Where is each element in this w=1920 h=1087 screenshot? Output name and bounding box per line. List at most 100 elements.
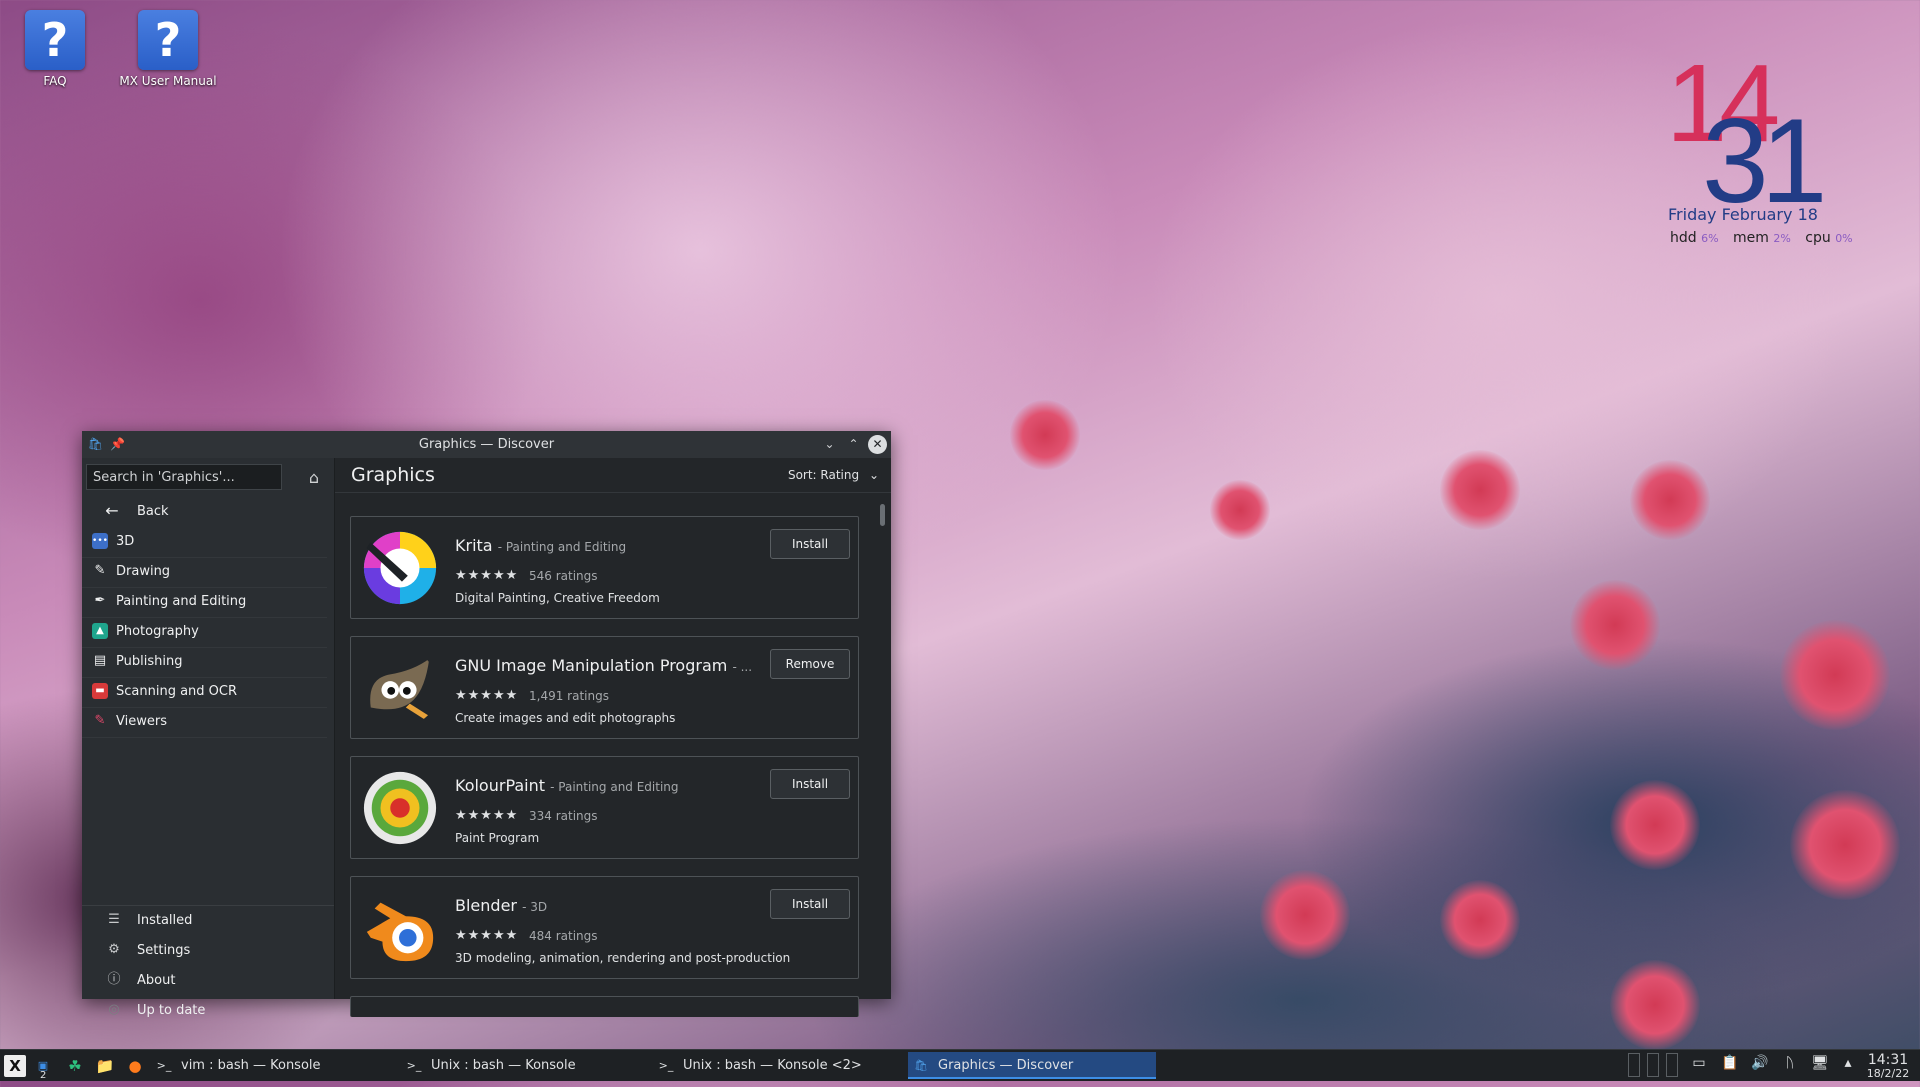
task-graphics-discover[interactable]: 🛍 Graphics — Discover <box>908 1052 1156 1079</box>
app-category: - Painting and Editing <box>550 780 679 794</box>
pencil-icon: ✎ <box>94 563 106 578</box>
app-card-gimp[interactable]: GNU Image Manipulation Program - ... ★★★… <box>350 636 859 739</box>
main-panel: Graphics Sort: Rating ⌄ Krita - Painting… <box>335 458 891 1017</box>
cpu-label: cpu <box>1805 230 1831 246</box>
sidebar-item-publishing[interactable]: ▤ Publishing <box>82 648 327 678</box>
taskbar-time: 14:31 <box>1867 1052 1909 1068</box>
arrow-left-icon: ← <box>105 501 119 520</box>
star-rating: ★★★★★ <box>455 928 519 943</box>
sidebar-item-painting-and-editing[interactable]: ✒ Painting and Editing <box>82 588 327 618</box>
task-unix-konsole-2[interactable]: >_ Unix : bash — Konsole <2> <box>657 1052 902 1079</box>
nav-settings[interactable]: ⚙ Settings <box>82 936 334 966</box>
clock-date: Friday February 18 <box>1668 205 1818 224</box>
app-name-line: GNU Image Manipulation Program - ... <box>455 656 752 675</box>
desktop-icon-label: MX User Manual <box>119 74 217 88</box>
install-button[interactable]: Install <box>770 889 850 919</box>
install-button[interactable]: Install <box>770 529 850 559</box>
clipboard-icon[interactable]: 📋 <box>1719 1055 1741 1071</box>
chevron-down-icon: ⌄ <box>868 468 879 482</box>
network-icon[interactable]: 🖥 <box>1809 1055 1831 1071</box>
wallpaper-flower <box>1440 880 1520 960</box>
app-card-blender[interactable]: Blender - 3D ★★★★★ 484 ratings 3D modeli… <box>350 876 859 979</box>
scrollbar[interactable] <box>880 504 885 526</box>
close-button[interactable]: ✕ <box>868 435 887 454</box>
wallpaper-flower <box>1610 960 1700 1050</box>
window-titlebar[interactable]: 🛍 📌 Graphics — Discover ⌄ ⌃ ✕ <box>82 431 891 458</box>
wallpaper-flower <box>1210 480 1270 540</box>
discover-icon: 🛍 <box>914 1059 928 1072</box>
sidebar-item-label: 3D <box>116 534 135 549</box>
sidebar-item-label: Drawing <box>116 564 171 579</box>
wallpaper-flower <box>1780 620 1890 730</box>
app-description: Digital Painting, Creative Freedom <box>455 591 660 605</box>
app-description: Create images and edit photographs <box>455 711 676 725</box>
task-vim-konsole[interactable]: >_ vim : bash — Konsole <box>155 1052 400 1079</box>
task-label: vim : bash — Konsole <box>181 1058 321 1073</box>
desktop-icon-label: FAQ <box>43 74 67 88</box>
task-label: Unix : bash — Konsole <box>431 1058 576 1073</box>
sidebar-item-label: Publishing <box>116 654 183 669</box>
wallpaper-flower <box>1610 780 1700 870</box>
wallpaper-flower <box>1570 580 1660 670</box>
home-icon[interactable]: ⌂ <box>304 468 324 488</box>
desktop-icon-faq[interactable]: ? FAQ <box>0 10 110 88</box>
display-icon[interactable]: ▭ <box>1688 1055 1710 1071</box>
firefox-icon[interactable]: ● <box>124 1055 146 1077</box>
wallpaper-flower <box>1010 400 1080 470</box>
sidebar-item-scanning-and-ocr[interactable]: ▬ Scanning and OCR <box>82 678 327 708</box>
volume-icon[interactable]: 🔊 <box>1749 1055 1771 1071</box>
update-icon: ◎ <box>108 1002 120 1017</box>
krita-icon <box>363 531 437 605</box>
app-description: Paint Program <box>455 831 540 845</box>
application-menu-icon[interactable]: X <box>4 1055 26 1077</box>
task-unix-konsole[interactable]: >_ Unix : bash — Konsole <box>405 1052 650 1079</box>
search-input[interactable]: Search in 'Graphics'... <box>86 464 282 490</box>
kolourpaint-icon <box>363 771 437 845</box>
terminal-icon: >_ <box>156 1059 172 1072</box>
back-label: Back <box>137 504 169 519</box>
sidebar-item-label: Photography <box>116 624 199 639</box>
remove-button[interactable]: Remove <box>770 649 850 679</box>
app-card-partial[interactable] <box>350 996 859 1017</box>
workspace-box[interactable] <box>1666 1053 1678 1077</box>
app-name-line: Blender - 3D <box>455 896 547 915</box>
sidebar-item-viewers[interactable]: ✎ Viewers <box>82 708 327 738</box>
install-button[interactable]: Install <box>770 769 850 799</box>
app-description: 3D modeling, animation, rendering and po… <box>455 951 791 965</box>
nav-about[interactable]: ⓘ About <box>82 966 334 996</box>
bluetooth-icon[interactable]: ᚢ <box>1779 1055 1801 1071</box>
nav-installed[interactable]: ☰ Installed <box>82 906 334 936</box>
nav-label: About <box>137 973 176 988</box>
app-name: GNU Image Manipulation Program <box>455 656 728 675</box>
app-card-krita[interactable]: Krita - Painting and Editing ★★★★★ 546 r… <box>350 516 859 619</box>
file-manager-icon[interactable]: 📁 <box>94 1055 116 1077</box>
maximize-button[interactable]: ⌃ <box>844 435 863 454</box>
updater-icon[interactable]: ☘ <box>64 1055 86 1077</box>
scanner-icon: ▬ <box>92 683 108 699</box>
desktop-pager[interactable]: ▣ 2 <box>32 1055 54 1081</box>
gear-icon: ⚙ <box>108 942 120 957</box>
app-name-line: Krita - Painting and Editing <box>455 536 626 555</box>
taskbar-clock[interactable]: 14:31 18/2/22 <box>1860 1052 1916 1080</box>
expand-tray-icon[interactable]: ▴ <box>1837 1055 1859 1071</box>
minimize-button[interactable]: ⌄ <box>820 435 839 454</box>
sort-dropdown[interactable]: Sort: Rating ⌄ <box>788 468 879 482</box>
wallpaper-flower <box>1440 450 1520 530</box>
sidebar-item-drawing[interactable]: ✎ Drawing <box>82 558 327 588</box>
main-header: Graphics Sort: Rating ⌄ <box>335 458 891 493</box>
workspace-box[interactable] <box>1628 1053 1640 1077</box>
sidebar-item-photography[interactable]: ▲ Photography <box>82 618 327 648</box>
gimp-icon <box>370 658 432 722</box>
back-button[interactable]: ← Back <box>82 498 327 527</box>
workspace-box[interactable] <box>1647 1053 1659 1077</box>
sidebar-item-3d[interactable]: ••• 3D <box>82 528 327 558</box>
desktop-icon-mx-user-manual[interactable]: ? MX User Manual <box>113 10 223 88</box>
star-rating: ★★★★★ <box>455 808 519 823</box>
nav-up-to-date[interactable]: ◎ Up to date <box>82 996 334 1026</box>
sidebar-item-label: Viewers <box>116 714 167 729</box>
document-icon: ▤ <box>93 653 107 668</box>
app-category: - 3D <box>522 900 548 914</box>
photo-icon: ▲ <box>92 623 108 639</box>
page-title: Graphics <box>351 464 435 486</box>
app-card-kolourpaint[interactable]: KolourPaint - Painting and Editing ★★★★★… <box>350 756 859 859</box>
